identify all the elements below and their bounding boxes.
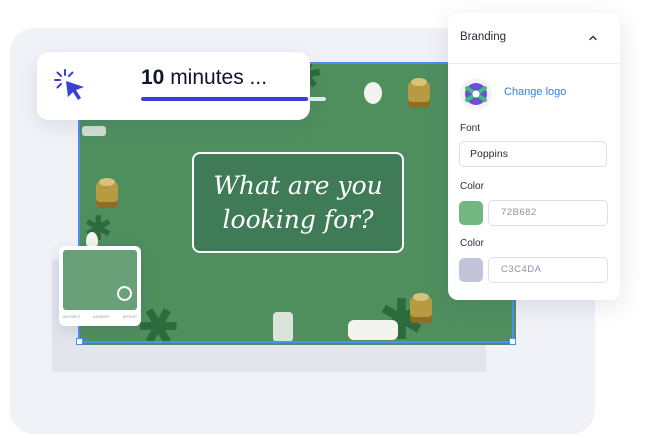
bottle-cap	[413, 293, 429, 301]
color-picker-handle[interactable]	[117, 286, 132, 301]
headline-line: What are you	[213, 170, 383, 200]
pebble	[364, 82, 382, 104]
branding-panel: Branding Change logo Font Poppins Color …	[448, 13, 620, 300]
chevron-up-icon[interactable]	[588, 33, 598, 43]
color-chip[interactable]	[459, 258, 483, 282]
bottle-cap	[99, 178, 115, 186]
color-area[interactable]	[63, 250, 137, 310]
progress-card: 10 minutes ...	[37, 52, 326, 120]
swatch-code: #F0D97	[122, 314, 137, 319]
bottle-cap	[411, 78, 427, 86]
tube	[273, 312, 293, 342]
color-picker-preview[interactable]: #6CB5F0 #3B5BFF #F0D97	[59, 246, 141, 326]
font-input[interactable]: Poppins	[459, 141, 607, 167]
progress-bar	[141, 97, 326, 101]
towel	[348, 320, 398, 340]
swatch-code: #3B5BFF	[92, 314, 110, 319]
hex-input[interactable]: C3C4DA	[488, 257, 608, 283]
cursor-click-icon	[54, 69, 84, 100]
headline-textbox[interactable]: What are you looking for?	[192, 152, 404, 253]
panel-header[interactable]: Branding	[448, 13, 620, 64]
tube	[82, 126, 106, 136]
color-label: Color	[460, 181, 484, 192]
progress-label: 10 minutes ...	[141, 66, 268, 89]
change-logo-link[interactable]: Change logo	[504, 86, 566, 98]
panel-title: Branding	[460, 31, 507, 43]
color-label: Color	[460, 238, 484, 249]
font-label: Font	[460, 123, 481, 134]
color-chip[interactable]	[459, 201, 483, 225]
progress-fill	[141, 97, 308, 101]
swatch-code: #6CB5F0	[63, 314, 80, 319]
brand-logo-icon[interactable]	[460, 78, 492, 110]
hex-input[interactable]: 72B682	[488, 200, 608, 226]
headline-line: looking for?	[222, 204, 374, 234]
swatch-codes: #6CB5F0 #3B5BFF #F0D97	[63, 314, 137, 319]
